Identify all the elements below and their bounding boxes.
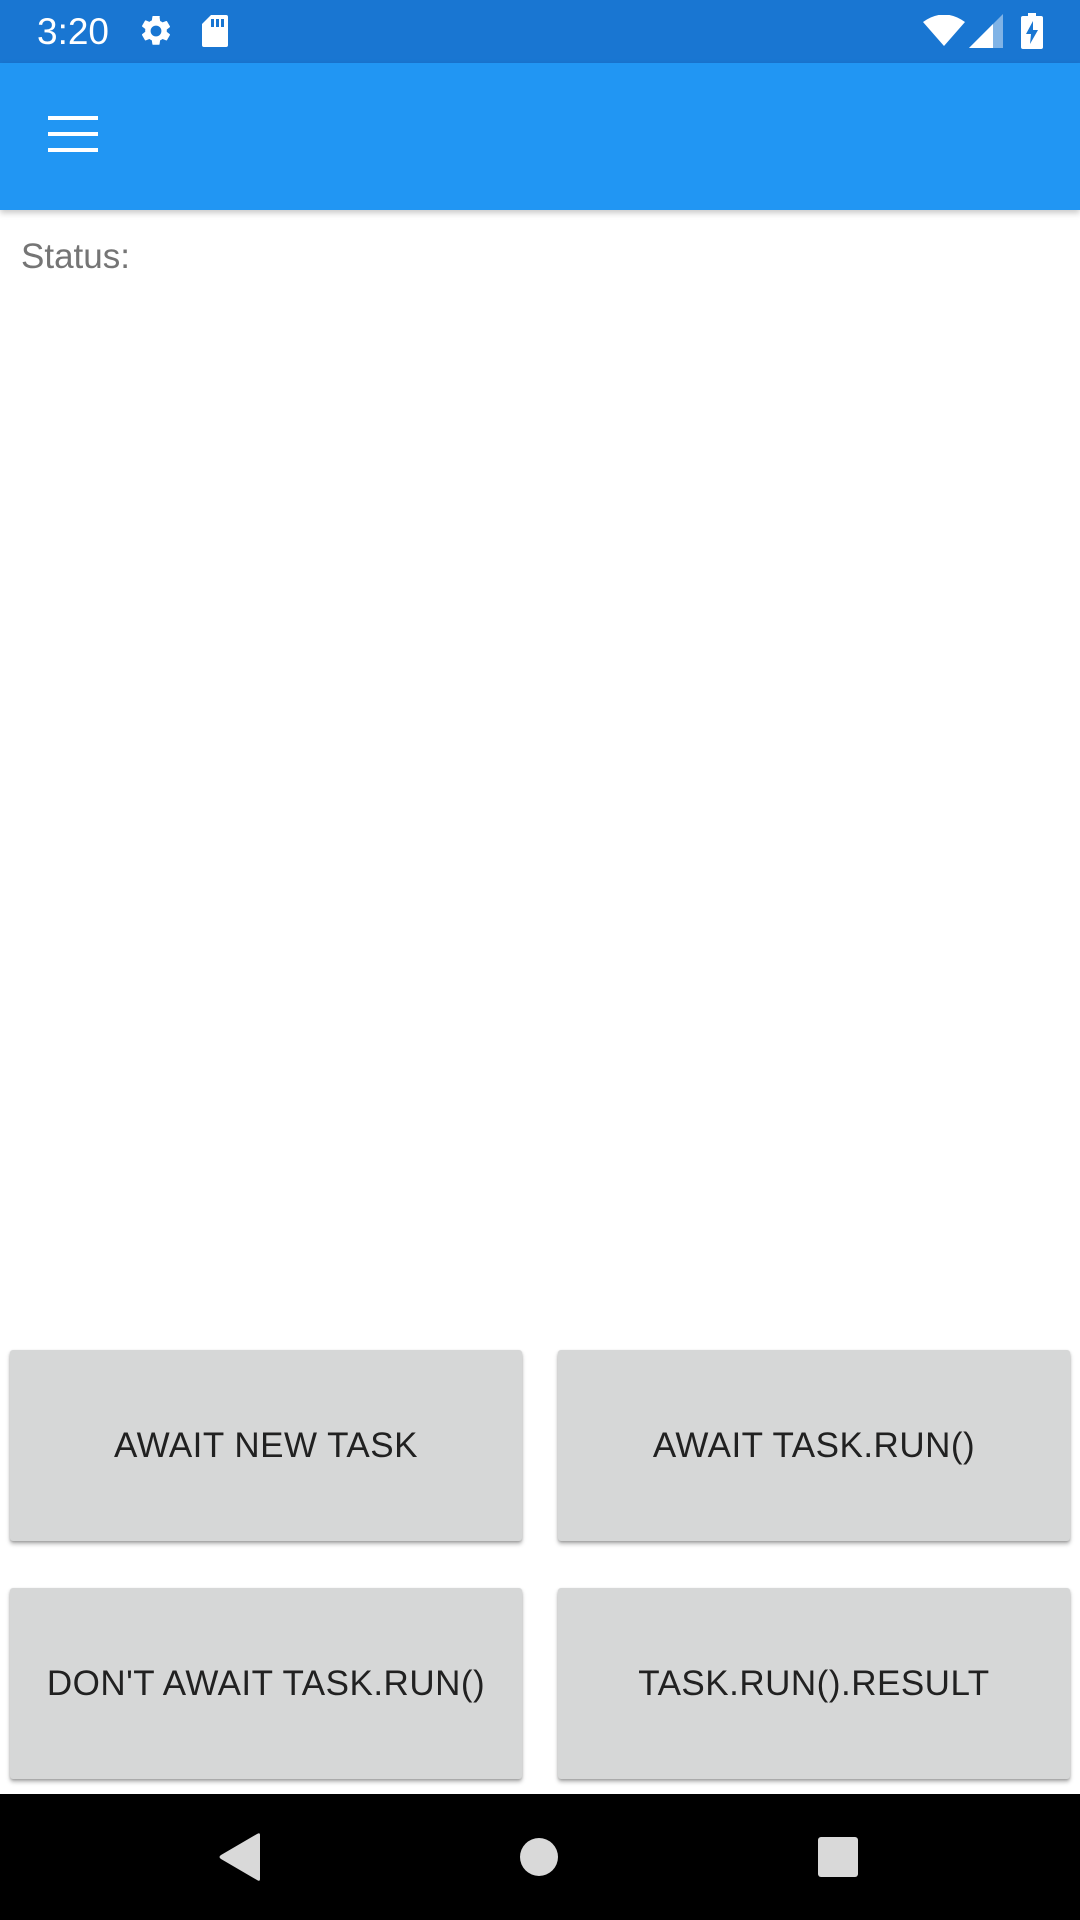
await-task-run-button[interactable]: AWAIT TASK.RUN() (558, 1350, 1070, 1541)
hamburger-menu-icon (48, 115, 98, 157)
button-label: AWAIT NEW TASK (114, 1425, 418, 1465)
button-label: DON'T AWAIT TASK.RUN() (46, 1663, 486, 1703)
app-bar (0, 63, 1080, 210)
back-icon (218, 1832, 262, 1886)
button-label: TASK.RUN().RESULT (638, 1663, 990, 1703)
battery-charging-icon (1018, 13, 1046, 49)
dont-await-task-run-button[interactable]: DON'T AWAIT TASK.RUN() (10, 1588, 522, 1779)
task-run-result-button[interactable]: TASK.RUN().RESULT (558, 1588, 1070, 1779)
navigation-bar (0, 1794, 1080, 1920)
sd-card-icon (198, 13, 232, 49)
await-new-task-button[interactable]: AWAIT NEW TASK (10, 1350, 522, 1541)
status-bar: 3:20 (0, 0, 1080, 63)
wifi-icon (922, 13, 966, 49)
home-icon (519, 1837, 559, 1882)
recents-icon (818, 1836, 858, 1882)
gear-icon (136, 13, 176, 49)
menu-button[interactable] (28, 100, 118, 172)
status-time: 3:20 (37, 11, 110, 52)
recents-button[interactable] (803, 1824, 873, 1894)
home-button[interactable] (504, 1824, 574, 1894)
signal-icon (968, 13, 1004, 49)
status-label: Status: (21, 237, 130, 276)
button-label: AWAIT TASK.RUN() (652, 1425, 976, 1465)
back-button[interactable] (205, 1824, 275, 1894)
